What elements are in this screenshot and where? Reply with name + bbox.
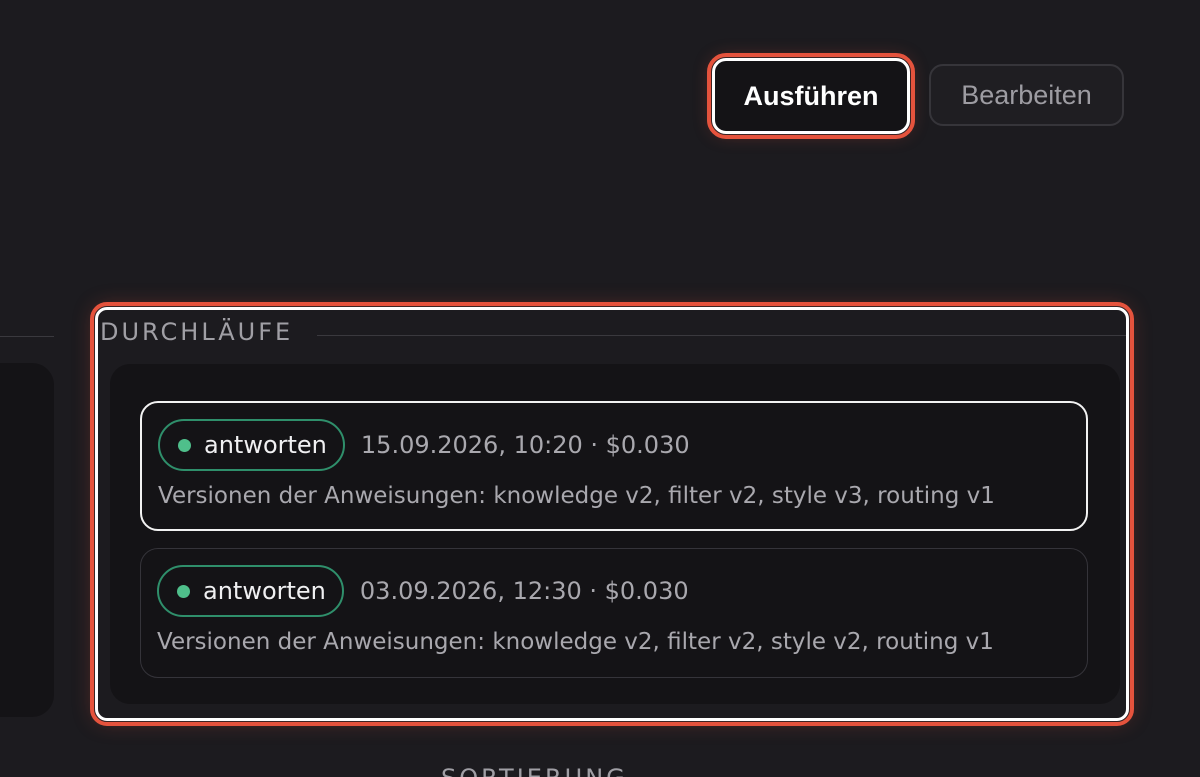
page: Ausführen Bearbeiten DURCHLÄUFE antworte… <box>0 0 1200 777</box>
run-button[interactable]: Ausführen <box>707 53 915 139</box>
sort-heading: SORTIERUNG <box>441 764 628 777</box>
runs-heading: DURCHLÄUFE <box>100 318 294 346</box>
runs-heading-divider <box>317 334 1126 336</box>
run-description: Versionen der Anweisungen: knowledge v2,… <box>157 629 994 655</box>
status-badge-label: antworten <box>203 577 326 605</box>
status-badge: antworten <box>157 565 344 617</box>
run-timestamp-cost: 15.09.2026, 10:20 · $0.030 <box>360 431 690 459</box>
run-item-header: antworten 15.09.2026, 10:20 · $0.030 <box>158 419 690 471</box>
status-dot-icon <box>177 584 190 598</box>
status-badge-label: antworten <box>204 431 327 459</box>
run-item[interactable]: antworten 03.09.2026, 12:30 · $0.030 Ver… <box>140 548 1088 678</box>
edit-button[interactable]: Bearbeiten <box>929 64 1124 126</box>
run-timestamp-cost: 03.09.2026, 12:30 · $0.030 <box>359 577 689 605</box>
runs-section: DURCHLÄUFE antworten 15.09.2026, 10:20 ·… <box>90 302 1134 726</box>
left-panel <box>0 363 54 717</box>
run-item[interactable]: antworten 15.09.2026, 10:20 · $0.030 Ver… <box>140 401 1088 531</box>
status-badge: antworten <box>158 419 345 471</box>
status-dot-icon <box>178 438 191 452</box>
runs-heading-row: DURCHLÄUFE <box>100 316 1126 348</box>
run-item-header: antworten 03.09.2026, 12:30 · $0.030 <box>157 565 689 617</box>
left-divider <box>0 336 54 337</box>
runs-list: antworten 15.09.2026, 10:20 · $0.030 Ver… <box>110 364 1120 704</box>
run-description: Versionen der Anweisungen: knowledge v2,… <box>158 483 995 509</box>
